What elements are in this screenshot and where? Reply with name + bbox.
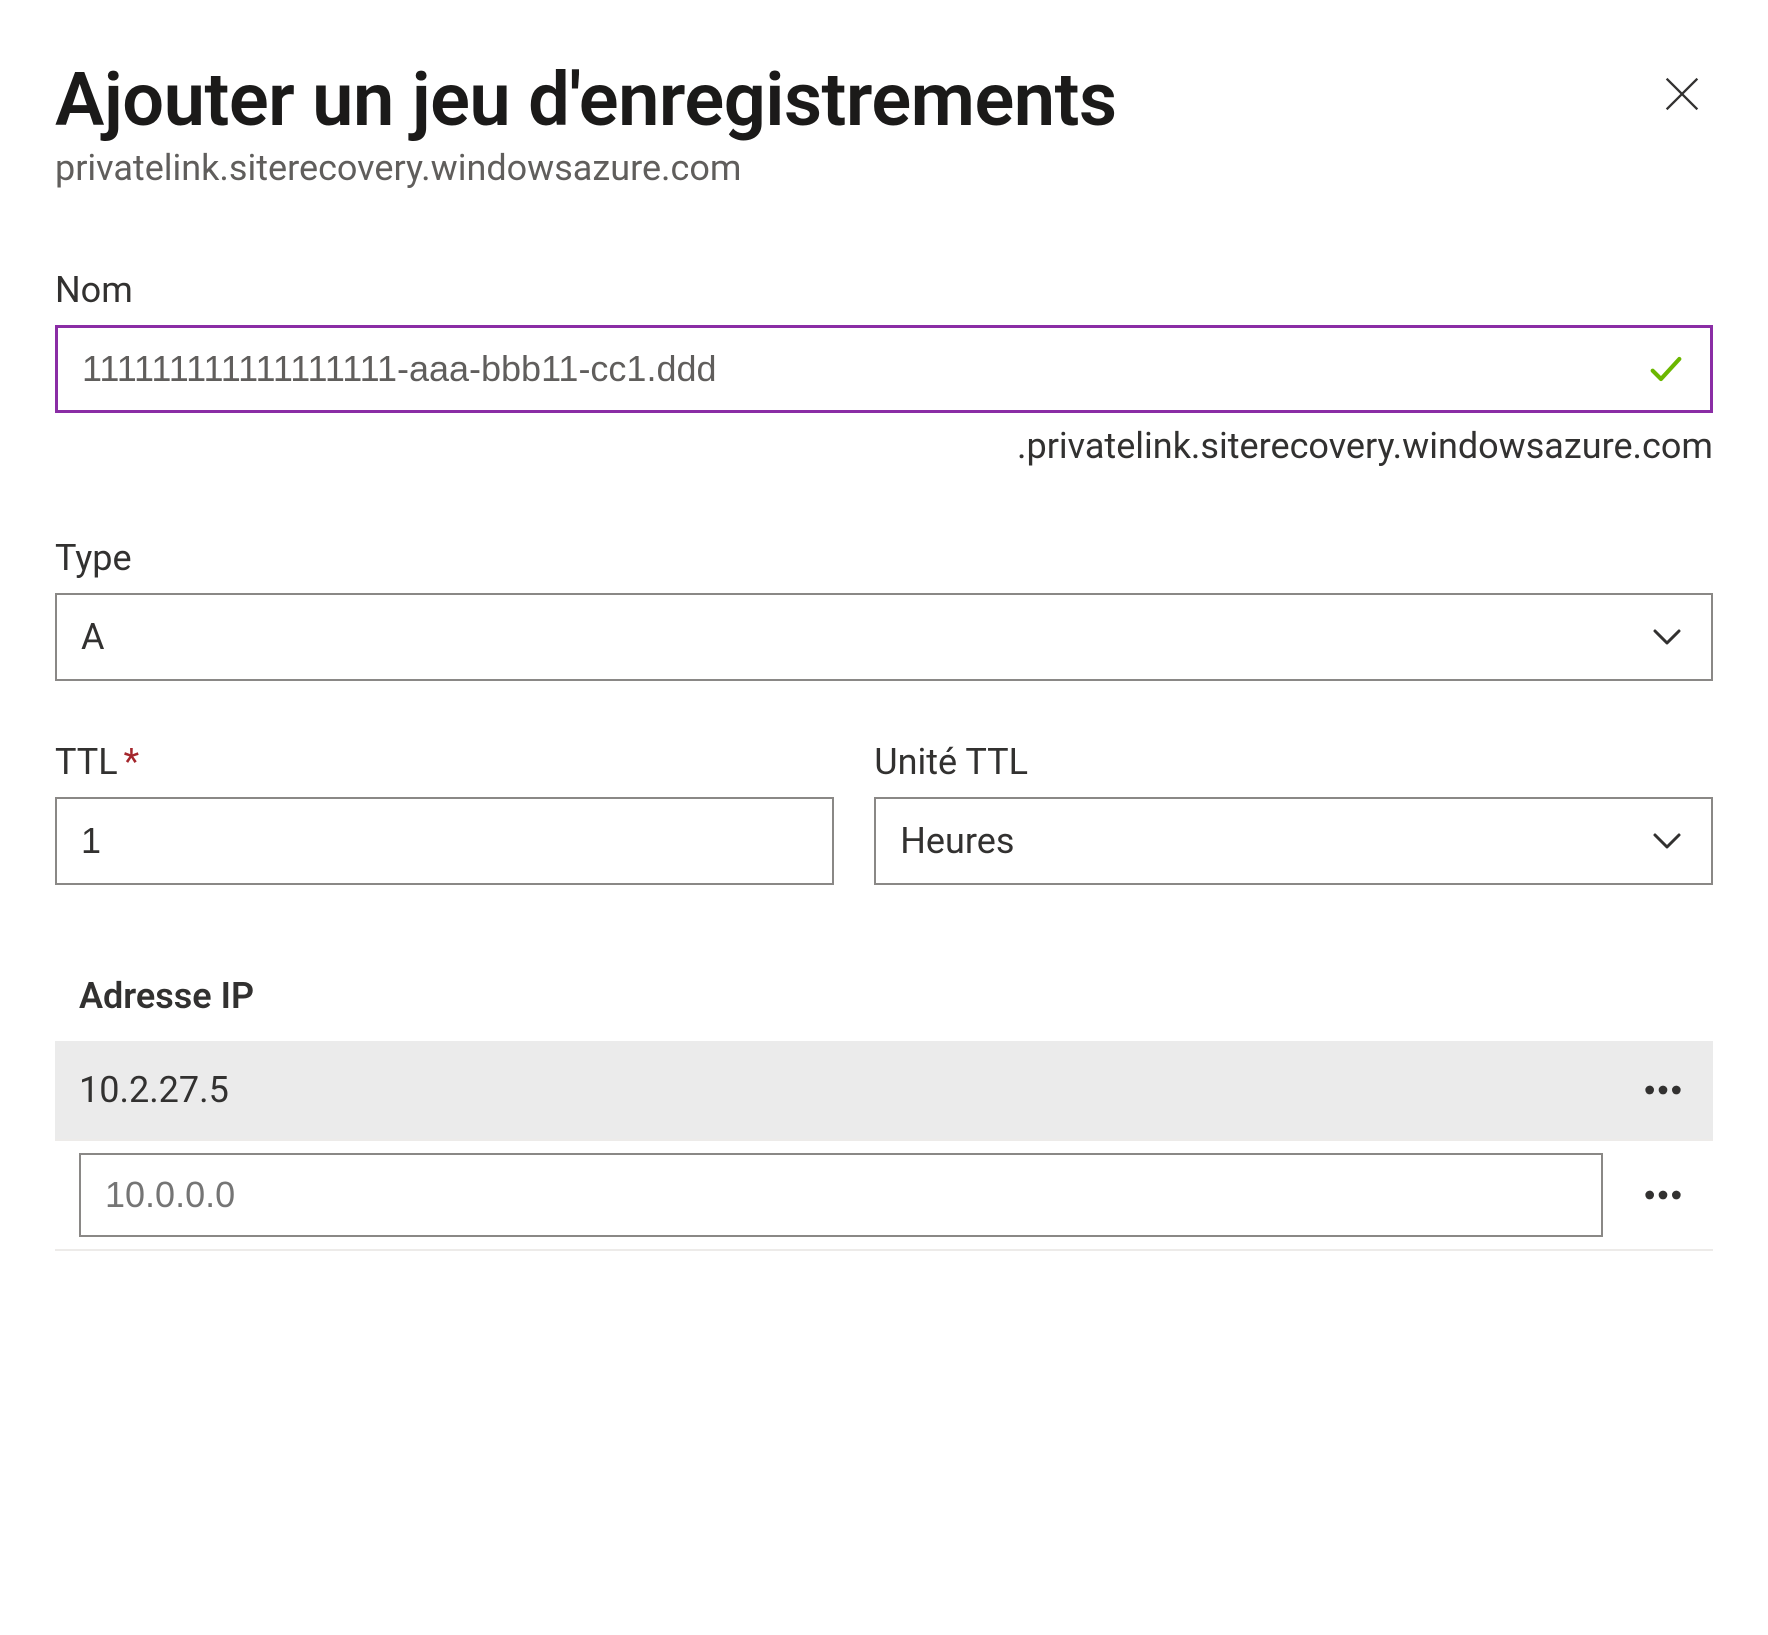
panel-subtitle: privatelink.siterecovery.windowsazure.co… (55, 147, 1713, 189)
type-select-value: A (81, 616, 104, 658)
ip-new-input[interactable] (79, 1153, 1603, 1237)
ttl-unit-select[interactable]: Heures (874, 797, 1713, 885)
name-input-container (55, 325, 1713, 413)
ip-section-header: Adresse IP (55, 975, 1713, 1041)
ttl-unit-label: Unité TTL (874, 741, 1713, 783)
type-label: Type (55, 537, 1713, 579)
chevron-down-icon (1647, 821, 1687, 861)
ttl-label: TTL* (55, 741, 834, 783)
required-asterisk: * (124, 741, 140, 783)
name-input[interactable] (82, 348, 1640, 390)
ip-row: 10.2.27.5 (55, 1041, 1713, 1141)
ip-row-more-button[interactable] (1623, 1060, 1703, 1120)
panel-title: Ajouter un jeu d'enregistrements (55, 60, 1117, 141)
ttl-unit-select-value: Heures (900, 820, 1014, 862)
close-button[interactable] (1643, 60, 1713, 126)
type-select[interactable]: A (55, 593, 1713, 681)
ip-row-more-button[interactable] (1623, 1165, 1703, 1225)
ip-row-new (55, 1141, 1713, 1251)
ttl-label-text: TTL (55, 741, 118, 783)
checkmark-icon (1644, 347, 1688, 391)
ip-value: 10.2.27.5 (79, 1069, 1623, 1111)
chevron-down-icon (1647, 617, 1687, 657)
name-suffix: .privatelink.siterecovery.windowsazure.c… (55, 425, 1713, 467)
name-label: Nom (55, 269, 1713, 311)
ttl-input[interactable] (55, 797, 834, 885)
